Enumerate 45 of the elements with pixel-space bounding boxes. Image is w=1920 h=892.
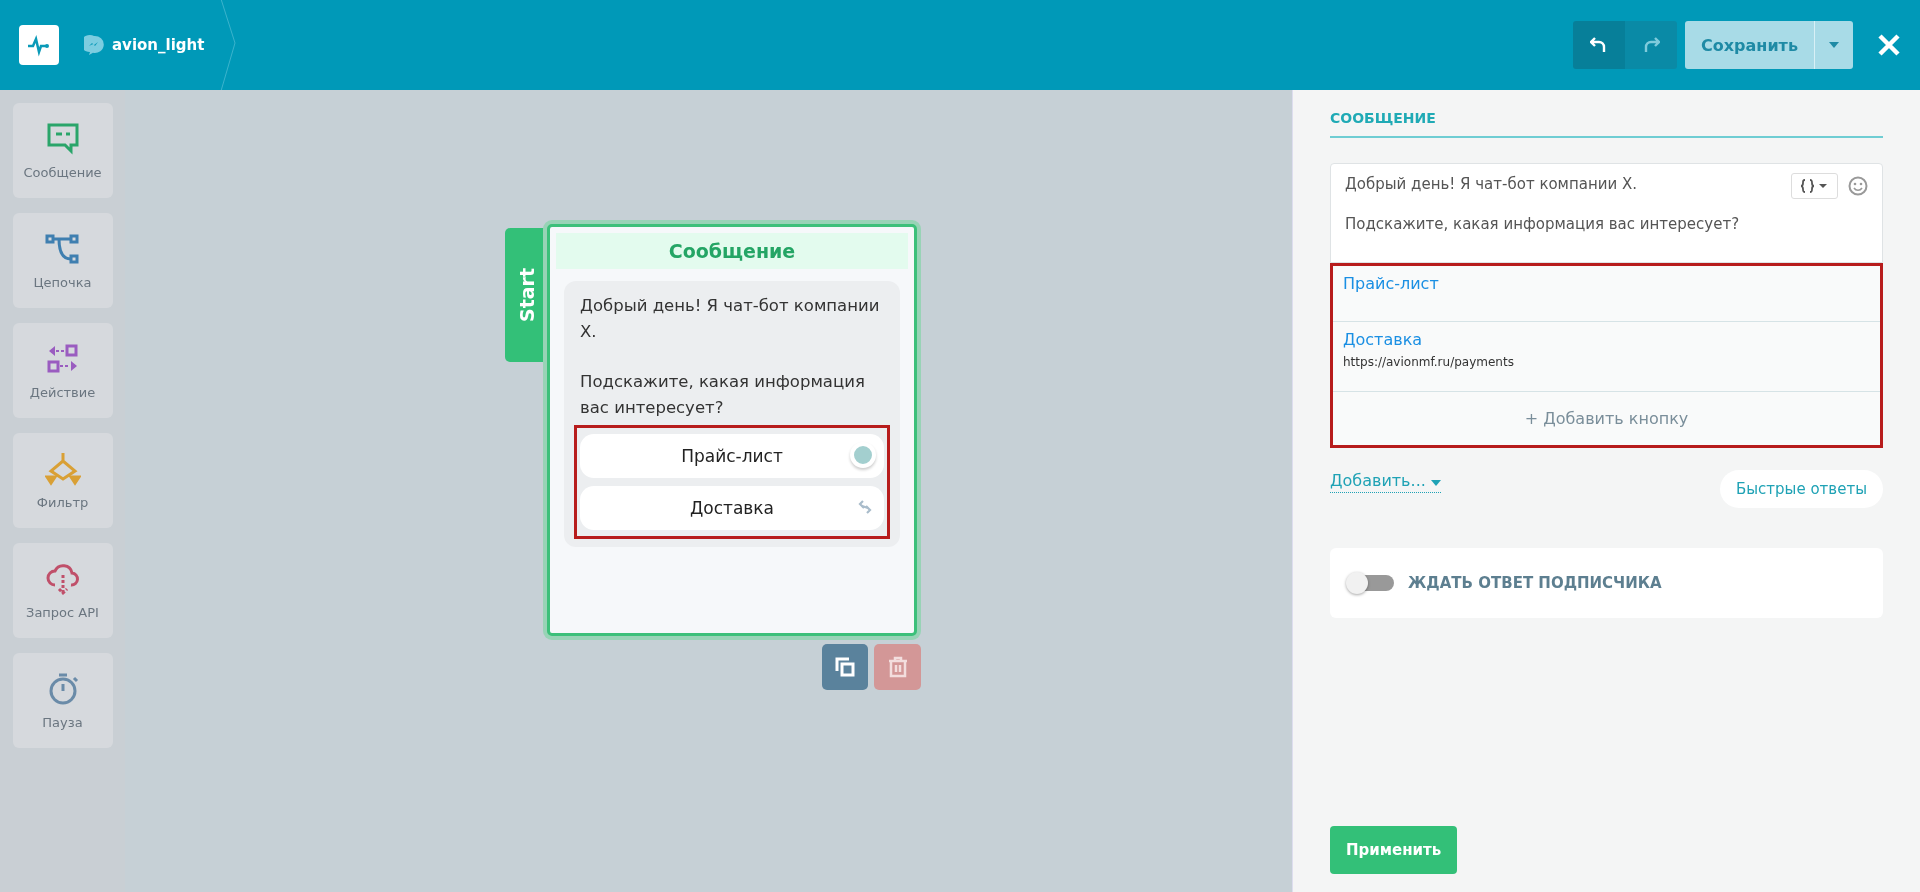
panel-title: СООБЩЕНИЕ — [1330, 106, 1883, 138]
button-row[interactable]: Прайс-лист — [1333, 266, 1880, 322]
redo-button[interactable] — [1625, 21, 1678, 69]
option-label: ЖДАТЬ ОТВЕТ ПОДПИСЧИКА — [1408, 574, 1662, 592]
node-button[interactable]: Доставка — [580, 486, 884, 530]
logo-icon[interactable] — [19, 25, 59, 65]
node-title: Сообщение — [556, 233, 908, 269]
block-tool[interactable]: Запрос API — [12, 543, 113, 638]
message-text: Добрый день! Я чат-бот компании X. — [1345, 175, 1638, 193]
button-url: https://avionmf.ru/payments — [1343, 355, 1514, 369]
caret-icon — [1829, 42, 1839, 48]
smiley-icon[interactable] — [1848, 176, 1868, 196]
undo-button[interactable] — [1573, 21, 1626, 69]
message-text: Подскажите, какая информация вас интересует? — [1345, 215, 1740, 233]
message-text: Добрый день! Я чат-бот компании X. — [580, 295, 881, 343]
message-text: Подскажите, какая информация вас интересует? — [580, 371, 866, 419]
block-tool[interactable]: Действие — [12, 323, 113, 418]
quick-replies-button[interactable]: Быстрые ответы — [1719, 470, 1883, 508]
close-icon — [1878, 34, 1900, 56]
message-field[interactable]: Добрый день! Я чат-бот компании X. Подскажите, какая информация вас интересует? — [1330, 163, 1883, 263]
add-button-button[interactable]: + Добавить кнопку — [1333, 392, 1880, 445]
cloud-icon — [44, 561, 81, 597]
braces-icon — [1800, 179, 1829, 193]
add-dropdown[interactable]: Добавить... — [1330, 471, 1441, 493]
node-button[interactable]: Прайс-лист — [580, 434, 884, 478]
button-label[interactable]: Доставка — [1343, 330, 1423, 349]
block-tool[interactable]: Фильтр — [12, 433, 113, 528]
bot-name[interactable]: avion_light — [112, 36, 205, 54]
fork-arrows-icon — [44, 451, 81, 487]
close-button[interactable] — [1878, 34, 1900, 56]
caret-icon — [1430, 480, 1441, 486]
copy-icon — [834, 656, 856, 678]
block-tool[interactable]: Цепочка — [12, 213, 113, 308]
trash-icon — [887, 656, 908, 678]
block-tool[interactable]: Пауза — [12, 653, 113, 748]
button-row[interactable]: Доставка https://avionmf.ru/payments — [1333, 322, 1880, 392]
apply-button[interactable]: Применить — [1330, 826, 1458, 874]
variables-button[interactable] — [1791, 173, 1838, 199]
block-tool[interactable]: Сообщение — [12, 103, 113, 198]
redo-icon — [1642, 36, 1661, 54]
copy-button[interactable] — [822, 644, 868, 690]
link-icon — [856, 498, 874, 516]
button-label[interactable]: Прайс-лист — [1343, 274, 1439, 293]
chat-bubble-icon — [84, 35, 104, 55]
delete-button[interactable] — [874, 644, 921, 690]
